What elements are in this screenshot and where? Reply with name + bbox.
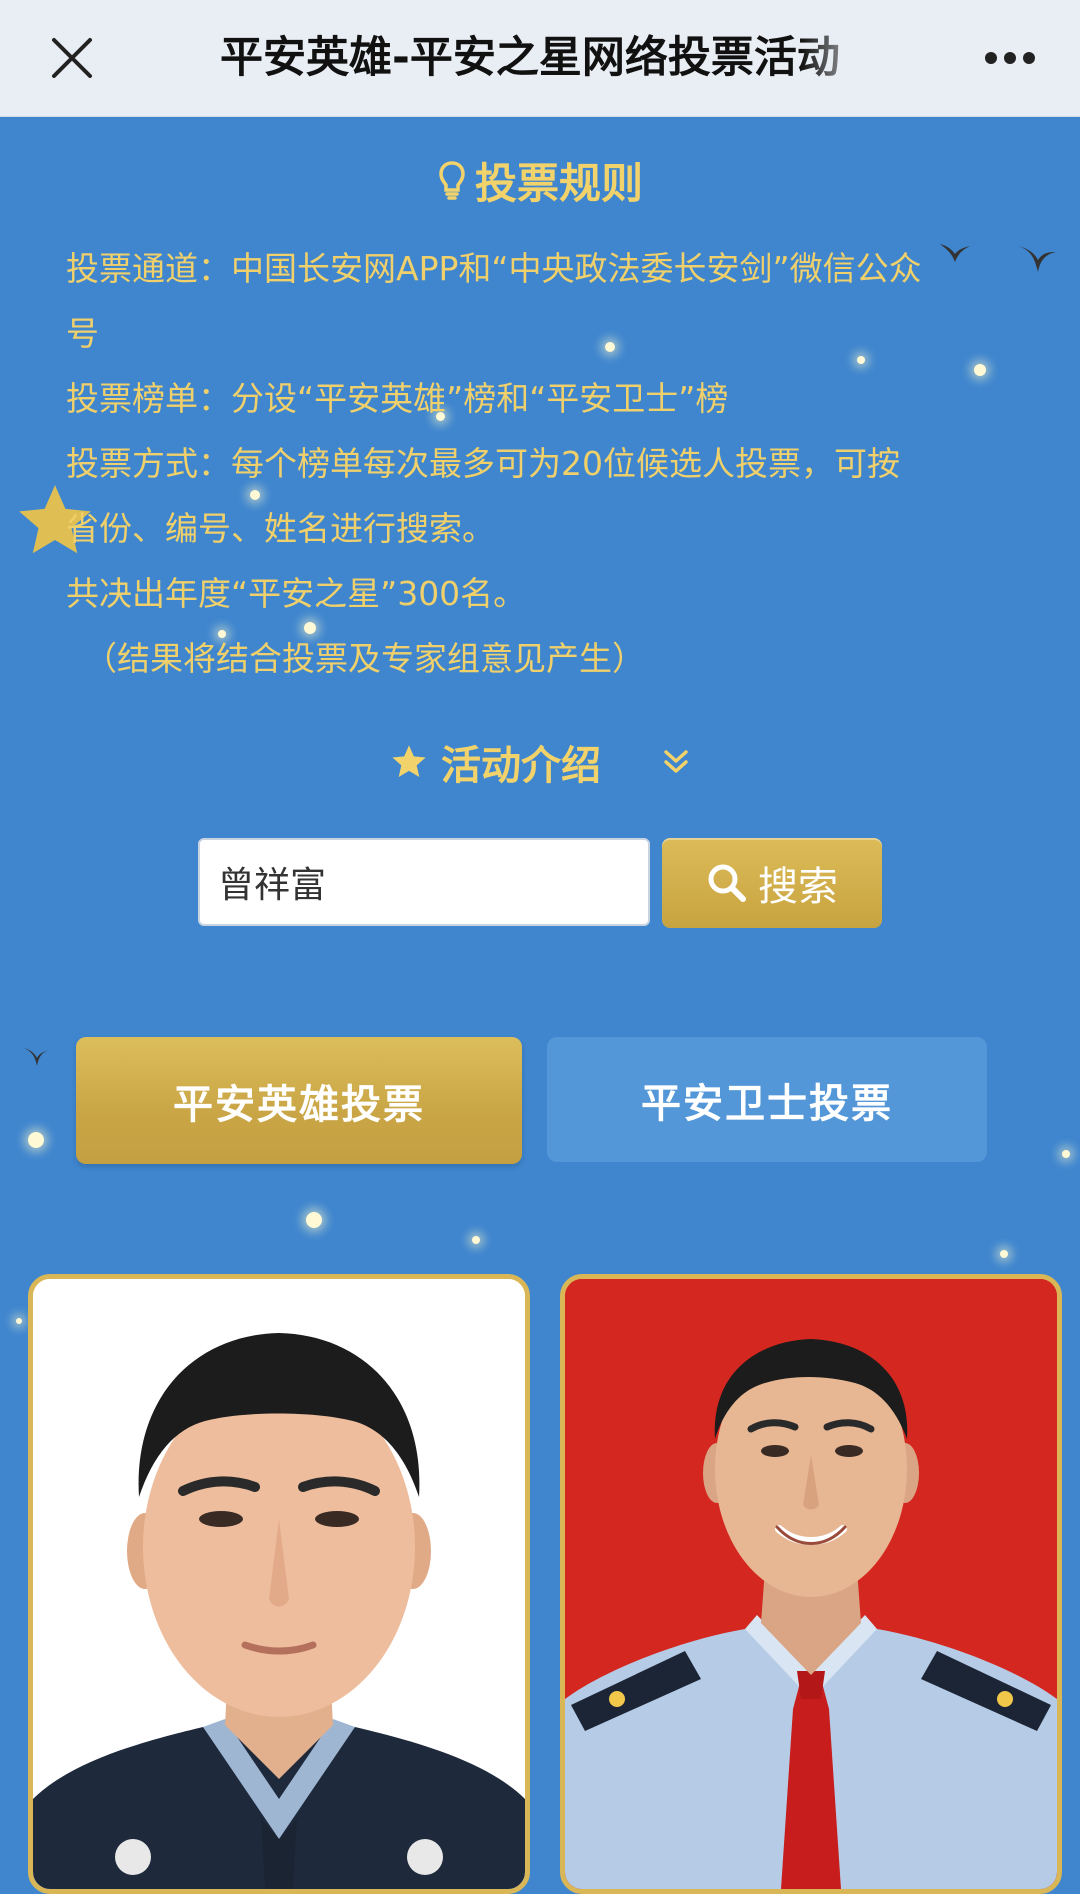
- activity-intro-toggle[interactable]: 活动介绍: [0, 732, 1080, 792]
- decorative-sparkle: [472, 1236, 480, 1244]
- candidate-photo: [33, 1279, 525, 1889]
- rule-line: 投票榜单：分设“平安英雄”榜和“平安卫士”榜: [66, 379, 729, 418]
- more-dots-icon: [985, 52, 1035, 64]
- page-title: 平安英雄-平安之星网络投票活动: [220, 33, 840, 83]
- search-button[interactable]: 搜索: [662, 838, 882, 928]
- decorative-sparkle: [16, 1318, 22, 1324]
- top-nav-bar: 平安英雄-平安之星网络投票活动: [0, 0, 1080, 117]
- decorative-sparkle: [306, 1212, 322, 1228]
- decorative-swallow-icon: [1018, 246, 1056, 272]
- activity-intro-label: 活动介绍: [441, 743, 601, 789]
- decorative-sparkle: [28, 1132, 44, 1148]
- rule-line: 号: [66, 314, 99, 353]
- rule-line: 投票方式：每个榜单每次最多可为20位候选人投票，可按: [66, 444, 900, 483]
- rules-text: 投票通道：中国长安网APP和“中央政法委长安剑”微信公众 号 投票榜单：分设“平…: [66, 236, 1016, 691]
- candidate-card[interactable]: [560, 1274, 1062, 1894]
- rule-line: 共决出年度“平安之星”300名。: [66, 574, 527, 613]
- search-icon: [708, 864, 746, 902]
- tab-hero-vote[interactable]: 平安英雄投票: [76, 1037, 522, 1164]
- rule-line: （结果将结合投票及专家组意见产生）: [84, 639, 645, 678]
- lightbulb-icon: [439, 161, 465, 200]
- search-button-label: 搜索: [758, 864, 838, 910]
- close-icon: [52, 38, 92, 78]
- rule-line: 投票通道：中国长安网APP和“中央政法委长安剑”微信公众: [66, 249, 922, 288]
- tab-guard-vote[interactable]: 平安卫士投票: [547, 1037, 987, 1162]
- decorative-swallow-icon: [24, 1048, 50, 1066]
- rules-heading: 投票规则: [0, 150, 1080, 210]
- rules-heading-label: 投票规则: [474, 158, 643, 208]
- double-chevron-down-icon: [664, 750, 688, 773]
- close-button[interactable]: [42, 28, 102, 88]
- star-icon: [392, 745, 426, 777]
- rule-line: 省份、编号、姓名进行搜索。: [66, 509, 495, 548]
- more-button[interactable]: [975, 28, 1045, 88]
- candidate-photo: [565, 1279, 1057, 1889]
- candidate-card[interactable]: [28, 1274, 530, 1894]
- decorative-sparkle: [1000, 1250, 1008, 1258]
- decorative-sparkle: [1062, 1150, 1070, 1158]
- search-input[interactable]: [198, 838, 650, 926]
